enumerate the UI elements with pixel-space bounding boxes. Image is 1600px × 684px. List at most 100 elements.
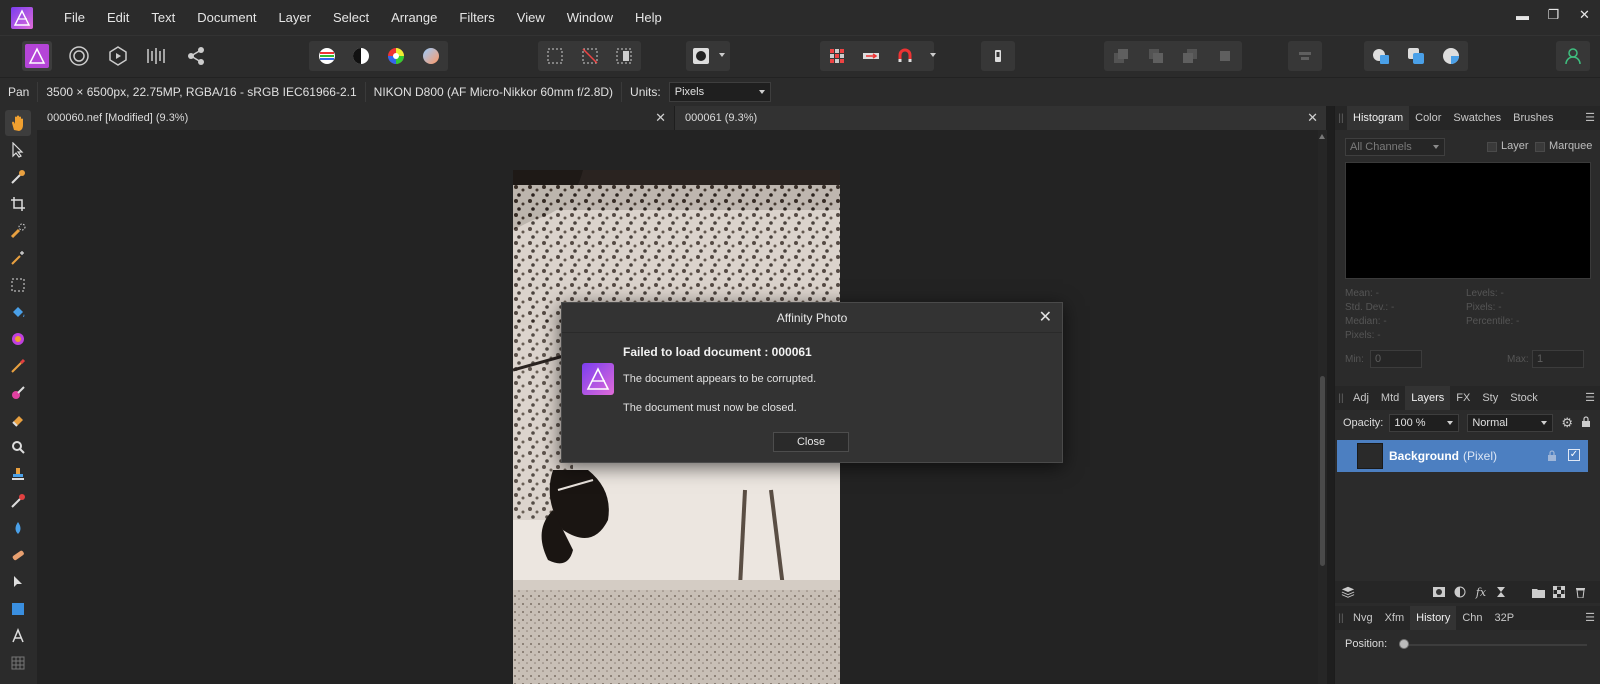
opacity-select[interactable]: 100 % [1389, 414, 1460, 432]
quick-mask-button[interactable] [686, 41, 716, 71]
snapping-dropdown-icon[interactable] [930, 53, 936, 57]
panel-grip-icon[interactable]: || [1335, 606, 1347, 630]
doc-tab-000060[interactable]: 000060.nef [Modified] (9.3%) ✕ [37, 106, 675, 130]
tab-history[interactable]: History [1410, 606, 1457, 630]
add-button[interactable] [1366, 41, 1396, 71]
color-replacement-tool[interactable] [5, 380, 31, 406]
tab-styles[interactable]: Sty [1476, 386, 1504, 410]
move-tool[interactable] [5, 137, 31, 163]
export-persona-button[interactable] [181, 41, 211, 71]
marquee-checkbox[interactable] [1535, 142, 1545, 152]
white-balance-button[interactable] [416, 41, 446, 71]
layers-stack-icon[interactable] [1341, 585, 1355, 599]
tab-histogram[interactable]: Histogram [1347, 106, 1410, 130]
color-picker-tool[interactable] [5, 164, 31, 190]
menu-view[interactable]: View [506, 0, 556, 35]
history-position-handle[interactable] [1399, 639, 1409, 649]
selection-brush-tool[interactable] [5, 218, 31, 244]
panel-grip-icon[interactable]: || [1335, 386, 1347, 410]
tab-swatches[interactable]: Swatches [1447, 106, 1507, 130]
affinity-photo-logo-icon[interactable] [11, 6, 33, 29]
move-to-back-button[interactable] [1106, 41, 1136, 71]
close-tab-icon[interactable]: ✕ [655, 106, 666, 130]
levels-button[interactable] [312, 41, 342, 71]
clone-brush-tool[interactable] [5, 461, 31, 487]
dialog-close-icon[interactable]: ✕ [1039, 303, 1052, 333]
channels-select[interactable]: All Channels [1345, 138, 1445, 156]
account-button[interactable] [1558, 41, 1588, 71]
deselect-button[interactable] [575, 41, 605, 71]
min-input[interactable]: 0 [1370, 350, 1422, 368]
healing-brush-tool[interactable] [5, 542, 31, 568]
canvas-vertical-scrollbar[interactable] [1318, 130, 1327, 684]
max-input[interactable]: 1 [1532, 350, 1584, 368]
node-tool[interactable] [5, 569, 31, 595]
flood-select-tool[interactable] [5, 245, 31, 271]
intersect-button[interactable] [1436, 41, 1466, 71]
mask-layer-icon[interactable] [1432, 585, 1446, 599]
black-and-white-button[interactable] [346, 41, 376, 71]
move-to-front-button[interactable] [1210, 41, 1240, 71]
menu-help[interactable]: Help [624, 0, 673, 35]
panel-menu-icon[interactable]: ☰ [1585, 606, 1595, 630]
tab-brushes[interactable]: Brushes [1507, 106, 1559, 130]
move-back-one-button[interactable] [1141, 41, 1171, 71]
scroll-up-icon[interactable] [1319, 134, 1325, 139]
rectangle-tool[interactable] [5, 596, 31, 622]
units-select[interactable]: Pixels [668, 82, 771, 102]
panel-menu-icon[interactable]: ☰ [1585, 106, 1595, 130]
tab-layers[interactable]: Layers [1405, 386, 1451, 410]
restore-button[interactable]: ❐ [1538, 0, 1569, 30]
force-pixel-alignment-button[interactable] [822, 41, 852, 71]
close-window-button[interactable]: ✕ [1569, 0, 1600, 30]
panel-grip-icon[interactable]: || [1335, 106, 1347, 130]
flood-fill-tool[interactable] [5, 299, 31, 325]
select-all-button[interactable] [540, 41, 570, 71]
layer-lock-icon[interactable] [1547, 450, 1557, 465]
live-filter-icon[interactable] [1494, 585, 1508, 599]
lock-icon[interactable] [1581, 415, 1591, 431]
menu-edit[interactable]: Edit [96, 0, 140, 35]
minimize-button[interactable]: ▬ [1507, 0, 1538, 30]
tab-metadata[interactable]: Mtd [1375, 386, 1405, 410]
blur-brush-tool[interactable] [5, 515, 31, 541]
snapping-button[interactable] [890, 41, 920, 71]
menu-file[interactable]: File [53, 0, 96, 35]
invert-selection-button[interactable] [609, 41, 639, 71]
menu-arrange[interactable]: Arrange [380, 0, 448, 35]
move-forward-one-button[interactable] [1175, 41, 1205, 71]
adjustment-layer-icon[interactable] [1453, 585, 1467, 599]
subtract-button[interactable] [1401, 41, 1431, 71]
layer-checkbox[interactable] [1487, 142, 1497, 152]
layer-row-background[interactable]: Background (Pixel) ✓ [1337, 440, 1588, 472]
doc-tab-000061[interactable]: 000061 (9.3%) ✕ [675, 106, 1327, 130]
gradient-tool[interactable] [5, 326, 31, 352]
close-button[interactable]: Close [773, 432, 849, 452]
add-pixel-layer-icon[interactable] [1552, 585, 1566, 599]
marquee-tool[interactable] [5, 272, 31, 298]
fx-icon[interactable]: fx [1474, 585, 1488, 599]
menu-select[interactable]: Select [322, 0, 380, 35]
menu-filters[interactable]: Filters [448, 0, 505, 35]
tab-adjustments[interactable]: Adj [1347, 386, 1375, 410]
liquify-persona-button[interactable] [64, 41, 94, 71]
tab-color[interactable]: Color [1409, 106, 1447, 130]
history-position-track[interactable] [1401, 644, 1587, 646]
assistant-button[interactable] [983, 41, 1013, 71]
menu-window[interactable]: Window [556, 0, 624, 35]
layer-visibility-checkbox[interactable]: ✓ [1568, 449, 1580, 461]
crop-tool[interactable] [5, 191, 31, 217]
quick-mask-dropdown-icon[interactable] [719, 53, 725, 57]
move-by-whole-pixels-button[interactable] [856, 41, 886, 71]
trash-icon[interactable] [1573, 585, 1587, 599]
panel-menu-icon[interactable]: ☰ [1585, 386, 1595, 410]
view-tool[interactable] [5, 110, 31, 136]
text-tool[interactable] [5, 623, 31, 649]
menu-document[interactable]: Document [186, 0, 267, 35]
tab-32bit-preview[interactable]: 32P [1489, 606, 1521, 630]
tab-stock[interactable]: Stock [1504, 386, 1544, 410]
tab-channels[interactable]: Chn [1456, 606, 1488, 630]
dodge-brush-tool[interactable] [5, 434, 31, 460]
paint-brush-tool[interactable] [5, 353, 31, 379]
hsl-button[interactable] [381, 41, 411, 71]
